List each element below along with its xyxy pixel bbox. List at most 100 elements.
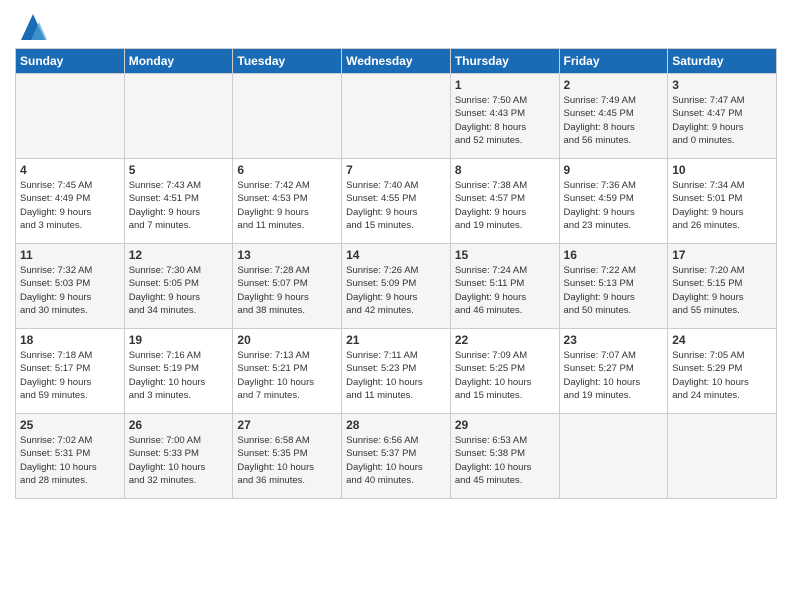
calendar-cell: 24 Sunrise: 7:05 AMSunset: 5:29 PMDayligh… — [668, 329, 777, 414]
page-header — [15, 10, 777, 42]
day-number: 19 — [129, 333, 229, 347]
day-info: Sunrise: 7:28 AMSunset: 5:07 PMDaylight:… — [237, 264, 337, 317]
calendar-table: SundayMondayTuesdayWednesdayThursdayFrid… — [15, 48, 777, 499]
day-number: 5 — [129, 163, 229, 177]
day-number: 21 — [346, 333, 446, 347]
day-info: Sunrise: 7:38 AMSunset: 4:57 PMDaylight:… — [455, 179, 555, 232]
day-number: 12 — [129, 248, 229, 262]
calendar-cell: 25 Sunrise: 7:02 AMSunset: 5:31 PMDayligh… — [16, 414, 125, 499]
day-info: Sunrise: 7:02 AMSunset: 5:31 PMDaylight:… — [20, 434, 120, 487]
day-info: Sunrise: 7:07 AMSunset: 5:27 PMDaylight:… — [564, 349, 664, 402]
day-number: 4 — [20, 163, 120, 177]
day-info: Sunrise: 7:47 AMSunset: 4:47 PMDaylight:… — [672, 94, 772, 147]
calendar-week-row: 11 Sunrise: 7:32 AMSunset: 5:03 PMDayligh… — [16, 244, 777, 329]
calendar-cell: 13 Sunrise: 7:28 AMSunset: 5:07 PMDayligh… — [233, 244, 342, 329]
calendar-cell: 6 Sunrise: 7:42 AMSunset: 4:53 PMDaylight… — [233, 159, 342, 244]
calendar-cell: 9Sunrise: 7:36 AMSunset: 4:59 PMDaylight… — [559, 159, 668, 244]
calendar-week-row: 4 Sunrise: 7:45 AMSunset: 4:49 PMDaylight… — [16, 159, 777, 244]
day-number: 9 — [564, 163, 664, 177]
day-number: 20 — [237, 333, 337, 347]
weekday-header: Thursday — [450, 49, 559, 74]
day-info: Sunrise: 7:11 AMSunset: 5:23 PMDaylight:… — [346, 349, 446, 402]
calendar-week-row: 25 Sunrise: 7:02 AMSunset: 5:31 PMDayligh… — [16, 414, 777, 499]
day-info: Sunrise: 7:50 AMSunset: 4:43 PMDaylight:… — [455, 94, 555, 147]
day-number: 15 — [455, 248, 555, 262]
weekday-header: Tuesday — [233, 49, 342, 74]
logo — [15, 14, 49, 42]
calendar-cell: 28Sunrise: 6:56 AMSunset: 5:37 PMDayligh… — [342, 414, 451, 499]
calendar-cell: 18 Sunrise: 7:18 AMSunset: 5:17 PMDayligh… — [16, 329, 125, 414]
calendar-cell: 26 Sunrise: 7:00 AMSunset: 5:33 PMDayligh… — [124, 414, 233, 499]
day-info: Sunrise: 7:05 AMSunset: 5:29 PMDaylight:… — [672, 349, 772, 402]
calendar-cell: 3Sunrise: 7:47 AMSunset: 4:47 PMDaylight… — [668, 74, 777, 159]
calendar-cell: 20Sunrise: 7:13 AMSunset: 5:21 PMDayligh… — [233, 329, 342, 414]
calendar-cell — [668, 414, 777, 499]
day-number: 17 — [672, 248, 772, 262]
day-number: 2 — [564, 78, 664, 92]
day-number: 6 — [237, 163, 337, 177]
day-info: Sunrise: 7:22 AMSunset: 5:13 PMDaylight:… — [564, 264, 664, 317]
calendar-cell: 12 Sunrise: 7:30 AMSunset: 5:05 PMDayligh… — [124, 244, 233, 329]
day-info: Sunrise: 7:30 AMSunset: 5:05 PMDaylight:… — [129, 264, 229, 317]
day-info: Sunrise: 7:49 AMSunset: 4:45 PMDaylight:… — [564, 94, 664, 147]
calendar-header-row: SundayMondayTuesdayWednesdayThursdayFrid… — [16, 49, 777, 74]
calendar-week-row: 1 Sunrise: 7:50 AMSunset: 4:43 PMDaylight… — [16, 74, 777, 159]
day-number: 28 — [346, 418, 446, 432]
day-number: 26 — [129, 418, 229, 432]
day-info: Sunrise: 7:18 AMSunset: 5:17 PMDaylight:… — [20, 349, 120, 402]
calendar-cell: 29Sunrise: 6:53 AMSunset: 5:38 PMDayligh… — [450, 414, 559, 499]
weekday-header: Saturday — [668, 49, 777, 74]
calendar-cell: 21 Sunrise: 7:11 AMSunset: 5:23 PMDayligh… — [342, 329, 451, 414]
day-info: Sunrise: 6:58 AMSunset: 5:35 PMDaylight:… — [237, 434, 337, 487]
calendar-cell — [559, 414, 668, 499]
calendar-cell: 10 Sunrise: 7:34 AMSunset: 5:01 PMDayligh… — [668, 159, 777, 244]
day-number: 14 — [346, 248, 446, 262]
day-info: Sunrise: 7:24 AMSunset: 5:11 PMDaylight:… — [455, 264, 555, 317]
day-number: 7 — [346, 163, 446, 177]
weekday-header: Monday — [124, 49, 233, 74]
day-number: 24 — [672, 333, 772, 347]
day-number: 1 — [455, 78, 555, 92]
day-info: Sunrise: 7:43 AMSunset: 4:51 PMDaylight:… — [129, 179, 229, 232]
day-number: 16 — [564, 248, 664, 262]
day-number: 29 — [455, 418, 555, 432]
day-info: Sunrise: 7:32 AMSunset: 5:03 PMDaylight:… — [20, 264, 120, 317]
day-number: 18 — [20, 333, 120, 347]
calendar-cell: 27 Sunrise: 6:58 AMSunset: 5:35 PMDayligh… — [233, 414, 342, 499]
weekday-header: Friday — [559, 49, 668, 74]
day-info: Sunrise: 7:16 AMSunset: 5:19 PMDaylight:… — [129, 349, 229, 402]
logo-icon — [17, 12, 49, 40]
day-info: Sunrise: 7:40 AMSunset: 4:55 PMDaylight:… — [346, 179, 446, 232]
calendar-cell: 11 Sunrise: 7:32 AMSunset: 5:03 PMDayligh… — [16, 244, 125, 329]
calendar-cell: 5 Sunrise: 7:43 AMSunset: 4:51 PMDaylight… — [124, 159, 233, 244]
calendar-cell: 15 Sunrise: 7:24 AMSunset: 5:11 PMDayligh… — [450, 244, 559, 329]
calendar-cell — [233, 74, 342, 159]
day-info: Sunrise: 7:42 AMSunset: 4:53 PMDaylight:… — [237, 179, 337, 232]
calendar-cell: 23 Sunrise: 7:07 AMSunset: 5:27 PMDayligh… — [559, 329, 668, 414]
day-info: Sunrise: 7:45 AMSunset: 4:49 PMDaylight:… — [20, 179, 120, 232]
day-info: Sunrise: 7:26 AMSunset: 5:09 PMDaylight:… — [346, 264, 446, 317]
day-number: 22 — [455, 333, 555, 347]
calendar-cell: 2 Sunrise: 7:49 AMSunset: 4:45 PMDaylight… — [559, 74, 668, 159]
day-number: 13 — [237, 248, 337, 262]
calendar-cell: 16 Sunrise: 7:22 AMSunset: 5:13 PMDayligh… — [559, 244, 668, 329]
day-number: 23 — [564, 333, 664, 347]
day-info: Sunrise: 7:00 AMSunset: 5:33 PMDaylight:… — [129, 434, 229, 487]
calendar-cell: 17 Sunrise: 7:20 AMSunset: 5:15 PMDayligh… — [668, 244, 777, 329]
day-info: Sunrise: 7:20 AMSunset: 5:15 PMDaylight:… — [672, 264, 772, 317]
day-number: 11 — [20, 248, 120, 262]
day-number: 25 — [20, 418, 120, 432]
calendar-week-row: 18 Sunrise: 7:18 AMSunset: 5:17 PMDayligh… — [16, 329, 777, 414]
day-number: 27 — [237, 418, 337, 432]
calendar-cell: 8Sunrise: 7:38 AMSunset: 4:57 PMDaylight… — [450, 159, 559, 244]
calendar-cell — [342, 74, 451, 159]
day-info: Sunrise: 7:34 AMSunset: 5:01 PMDaylight:… — [672, 179, 772, 232]
calendar-cell: 19 Sunrise: 7:16 AMSunset: 5:19 PMDayligh… — [124, 329, 233, 414]
calendar-cell: 14 Sunrise: 7:26 AMSunset: 5:09 PMDayligh… — [342, 244, 451, 329]
calendar-cell: 1 Sunrise: 7:50 AMSunset: 4:43 PMDaylight… — [450, 74, 559, 159]
calendar-cell: 7 Sunrise: 7:40 AMSunset: 4:55 PMDaylight… — [342, 159, 451, 244]
weekday-header: Wednesday — [342, 49, 451, 74]
day-number: 10 — [672, 163, 772, 177]
calendar-cell — [16, 74, 125, 159]
day-info: Sunrise: 7:09 AMSunset: 5:25 PMDaylight:… — [455, 349, 555, 402]
